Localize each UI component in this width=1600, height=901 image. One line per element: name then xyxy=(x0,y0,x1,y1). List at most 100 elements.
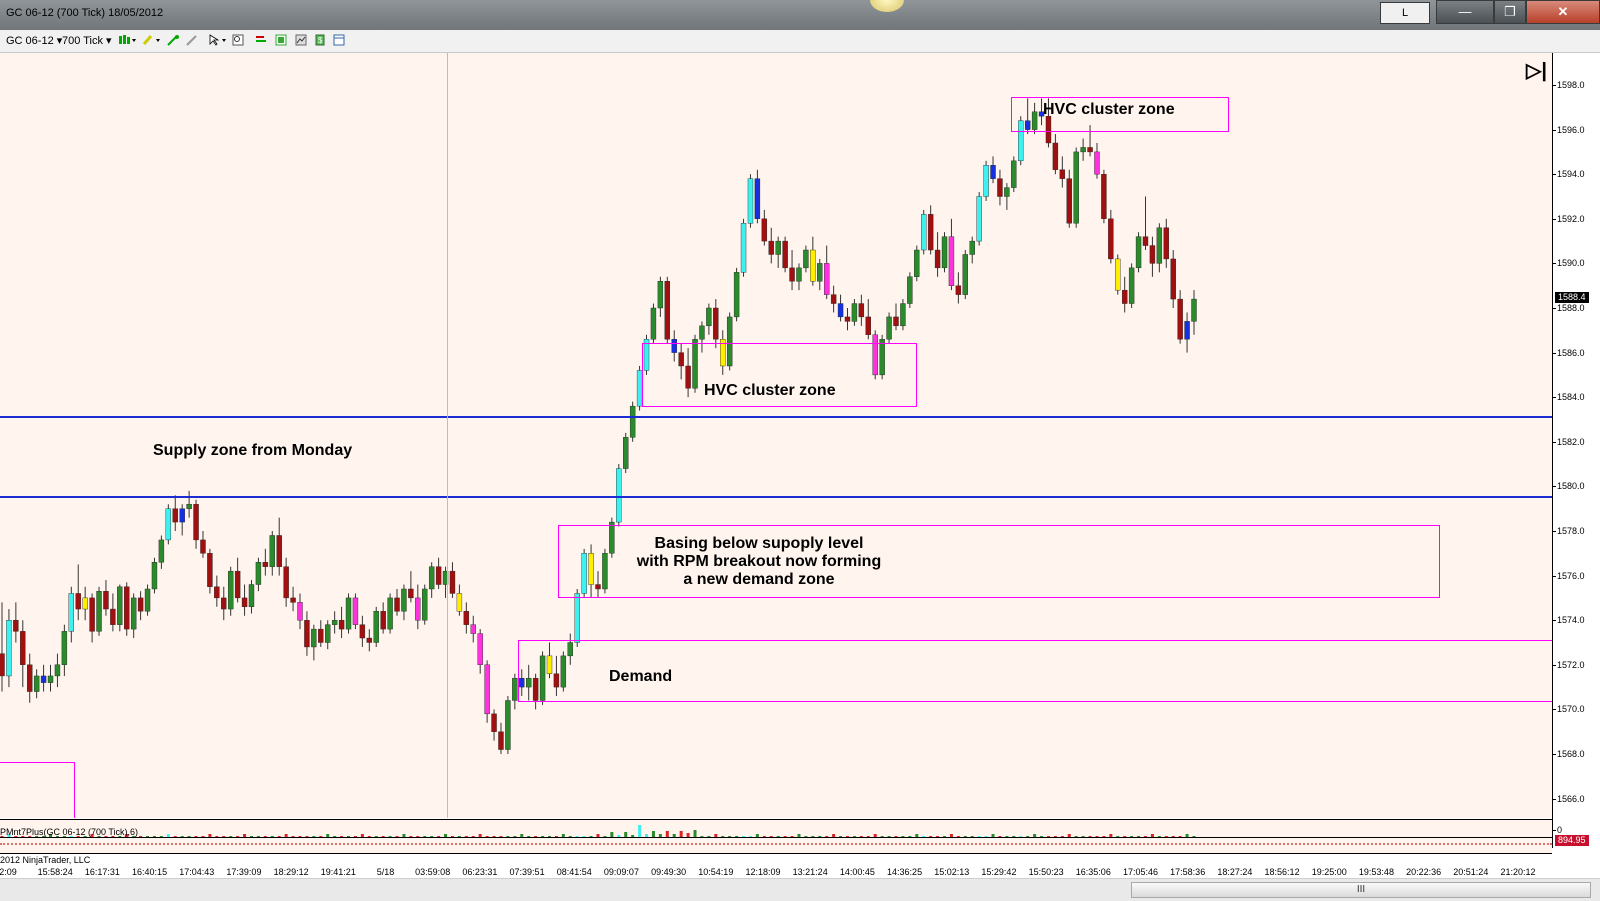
candle xyxy=(54,653,61,688)
candle-body xyxy=(179,508,185,523)
candle xyxy=(193,499,199,549)
candle-body xyxy=(394,597,400,612)
money-icon[interactable]: $ xyxy=(314,34,326,46)
candle xyxy=(352,593,359,630)
close-button[interactable]: ✕ xyxy=(1526,0,1600,24)
candle-body xyxy=(144,588,151,612)
add-indicator-icon[interactable] xyxy=(167,34,179,46)
candle-body xyxy=(1142,236,1149,246)
candle xyxy=(96,586,102,636)
candle xyxy=(851,299,858,326)
interval-selector[interactable]: 700 Tick ▾ xyxy=(62,33,112,49)
scroll-to-end-icon[interactable]: ▷| xyxy=(1526,58,1547,83)
candle xyxy=(1121,276,1128,313)
candle xyxy=(40,664,47,692)
candle-body xyxy=(96,591,102,632)
candle-body xyxy=(456,593,463,612)
candle-body xyxy=(0,653,5,677)
candle xyxy=(165,504,172,545)
candle-body xyxy=(89,597,95,632)
price-tick-label: 1570.0 xyxy=(1553,704,1585,715)
maximize-button[interactable]: ❐ xyxy=(1494,0,1526,24)
price-chart[interactable]: HVC cluster zone HVC cluster zone Supply… xyxy=(0,53,1552,818)
candle xyxy=(921,209,927,255)
candle-body xyxy=(318,628,324,643)
candle xyxy=(768,227,774,264)
candle xyxy=(13,602,19,643)
scrollbar-thumb[interactable]: III xyxy=(1131,882,1591,898)
candle xyxy=(33,669,40,699)
candle-body xyxy=(629,405,636,438)
candle-body xyxy=(1170,258,1176,300)
candle-body xyxy=(817,263,823,282)
candle xyxy=(1108,209,1114,264)
glare-orb-icon xyxy=(870,0,904,12)
candle xyxy=(810,236,816,286)
candle-body xyxy=(283,566,289,599)
horizontal-scrollbar[interactable]: III xyxy=(0,878,1600,901)
time-tick-label: 03:59:08 xyxy=(415,867,451,877)
chart-trader-icon[interactable] xyxy=(295,34,307,46)
candle-body xyxy=(997,178,1003,197)
zoom-icon[interactable] xyxy=(232,34,244,46)
time-tick-label: 19:41:21 xyxy=(320,867,356,877)
cursor-icon[interactable] xyxy=(208,34,228,46)
candle-body xyxy=(747,178,754,224)
indicator-label: PMnt7Plus(GC 06-12 (700 Tick),6) xyxy=(0,827,139,837)
candle-body xyxy=(172,508,178,523)
data-box-icon[interactable] xyxy=(275,34,287,46)
candle xyxy=(158,535,165,569)
candle-body xyxy=(664,281,671,340)
time-tick-label: 17:58:36 xyxy=(1170,867,1206,877)
candle xyxy=(172,495,178,531)
time-tick-label: 14:00:45 xyxy=(839,867,875,877)
time-tick-label: 16:35:06 xyxy=(1075,867,1111,877)
candle xyxy=(844,308,851,331)
time-axis: 2012 NinjaTrader, LLC 2:09 15:58:24 16:17:… xyxy=(0,853,1552,879)
candle xyxy=(1066,169,1072,228)
candle-body xyxy=(61,631,68,665)
candle xyxy=(491,709,497,741)
layout-button[interactable]: L xyxy=(1380,2,1430,24)
candle-body xyxy=(782,240,788,269)
candle-body xyxy=(477,633,483,666)
candle-body xyxy=(234,570,241,599)
candle-body xyxy=(823,263,830,295)
pencil-icon[interactable] xyxy=(142,34,162,46)
candle xyxy=(1149,236,1156,277)
candle xyxy=(1094,142,1100,179)
candle xyxy=(623,432,629,474)
time-tick-label: 18:29:12 xyxy=(273,867,309,877)
candle-body xyxy=(623,437,629,469)
properties-icon[interactable] xyxy=(255,34,267,46)
candle xyxy=(89,593,95,643)
indicator-panel[interactable]: PMnt7Plus(GC 06-12 (700 Tick),6) xyxy=(0,819,1552,854)
candle-body xyxy=(151,562,158,590)
candle-body xyxy=(1184,321,1190,340)
time-tick-label: 09:09:07 xyxy=(603,867,639,877)
minimize-button[interactable]: — xyxy=(1436,0,1494,24)
candle xyxy=(68,586,75,643)
candle-body xyxy=(858,303,865,318)
candle-body xyxy=(68,593,75,632)
candle xyxy=(241,584,248,616)
indicator-bar xyxy=(638,825,642,837)
candle xyxy=(1184,312,1190,353)
bar-style-icon[interactable] xyxy=(118,34,138,46)
candle xyxy=(865,299,871,340)
candle-body xyxy=(331,620,338,625)
window-split-icon[interactable] xyxy=(333,34,345,46)
candle-body xyxy=(512,677,518,701)
candle-body xyxy=(373,611,379,643)
candle xyxy=(449,562,456,598)
strategy-icon[interactable] xyxy=(186,34,198,46)
candle-body xyxy=(262,562,269,567)
candle xyxy=(817,258,823,291)
candle-body xyxy=(754,178,761,220)
candle xyxy=(484,660,490,723)
candle-body xyxy=(934,249,941,269)
instrument-selector[interactable]: GC 06-12 ▾ xyxy=(6,33,62,49)
candle xyxy=(435,557,442,589)
time-tick-label: 21:20:12 xyxy=(1500,867,1536,877)
candle-body xyxy=(1094,151,1100,175)
